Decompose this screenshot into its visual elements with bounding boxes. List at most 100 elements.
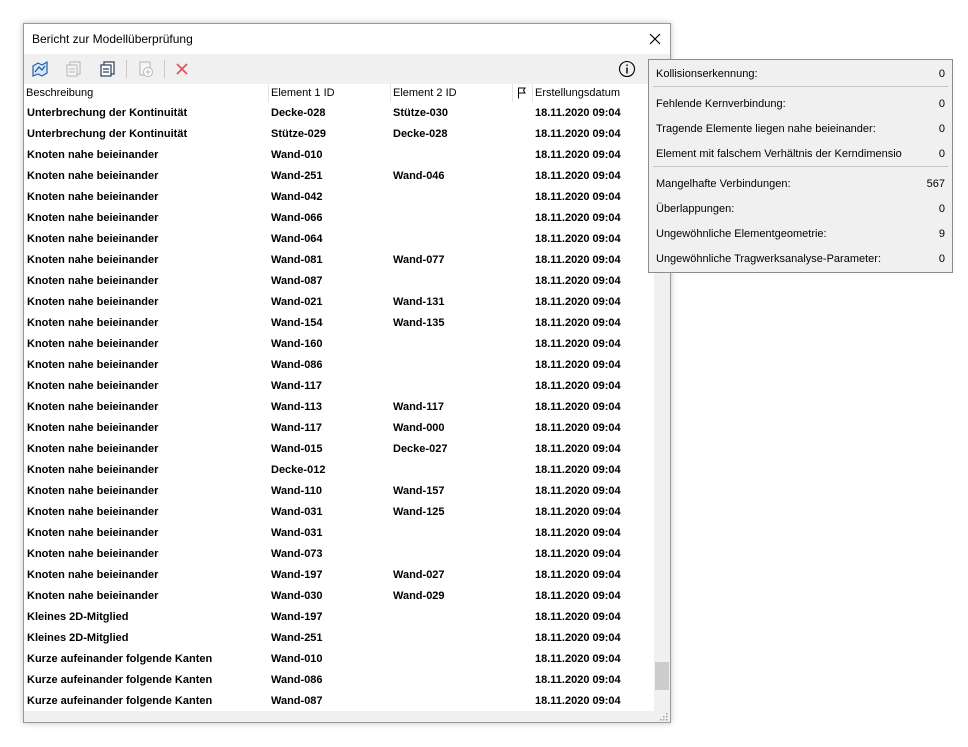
status-bar [24,711,670,722]
table-row[interactable]: Knoten nahe beieinander Wand-154 Wand-135 1… [24,313,654,334]
summary-label: Kollisionserkennung: [656,68,758,80]
column-header-description[interactable]: Beschreibung [24,84,269,102]
table-row[interactable]: Kurze aufeinander folgende Kanten Wand-01… [24,649,654,670]
copy-document-button[interactable] [62,58,86,80]
summary-row: Element mit falschem Verhältnis der Kern… [656,144,945,164]
table-row[interactable]: Knoten nahe beieinander Wand-117 Wand-000 1… [24,418,654,439]
cell-element1-id: Wand-030 [271,590,323,602]
cell-element2-id: Wand-000 [393,422,445,434]
cell-element1-id: Wand-031 [271,527,323,539]
cell-description: Knoten nahe beieinander [27,401,159,413]
table-row[interactable]: Knoten nahe beieinander Wand-086 18.11.202… [24,355,654,376]
cell-element1-id: Stütze-029 [271,128,327,140]
cell-created-date: 18.11.2020 09:04 [535,422,621,434]
table-row[interactable]: Knoten nahe beieinander Wand-087 18.11.202… [24,271,654,292]
cell-element2-id: Wand-029 [393,590,445,602]
cell-description: Knoten nahe beieinander [27,548,159,560]
column-header-element1[interactable]: Element 1 ID [269,84,391,102]
summary-label: Tragende Elemente liegen nahe beieinande… [656,123,876,135]
cell-created-date: 18.11.2020 09:04 [535,527,621,539]
info-button[interactable] [616,58,638,80]
cell-created-date: 18.11.2020 09:04 [535,506,621,518]
cell-element1-id: Wand-087 [271,695,323,707]
table-row[interactable]: Knoten nahe beieinander Wand-073 18.11.202… [24,544,654,565]
cell-element1-id: Wand-081 [271,254,323,266]
cell-description: Knoten nahe beieinander [27,338,159,350]
table-row[interactable]: Knoten nahe beieinander Decke-012 18.11.20… [24,460,654,481]
cell-description: Knoten nahe beieinander [27,506,159,518]
table-row[interactable]: Knoten nahe beieinander Wand-066 18.11.202… [24,208,654,229]
cell-description: Unterbrechung der Kontinuität [27,107,188,119]
cell-element1-id: Wand-031 [271,506,323,518]
summary-row: Ungewöhnliche Tragwerksanalyse-Parameter… [656,249,945,269]
close-button[interactable] [640,24,670,54]
cell-element1-id: Wand-010 [271,653,323,665]
delete-button[interactable] [170,58,194,80]
table-row[interactable]: Knoten nahe beieinander Wand-031 Wand-125 1… [24,502,654,523]
cell-created-date: 18.11.2020 09:04 [535,107,621,119]
summary-value: 0 [938,253,945,265]
structure-map-button[interactable] [28,58,52,80]
table-row[interactable]: Knoten nahe beieinander Wand-160 18.11.202… [24,334,654,355]
scrollbar-thumb[interactable] [655,662,669,690]
cell-element1-id: Wand-015 [271,443,323,455]
summary-label: Ungewöhnliche Tragwerksanalyse-Parameter… [656,253,881,265]
table-row[interactable]: Unterbrechung der Kontinuität Stütze-029 D… [24,124,654,145]
info-icon [618,60,636,78]
cell-description: Knoten nahe beieinander [27,254,159,266]
column-header-label: Element 2 ID [393,87,457,99]
table-row[interactable]: Kleines 2D-Mitglied Wand-251 18.11.2020 09… [24,628,654,649]
structure-map-icon [32,60,48,77]
table-row[interactable]: Unterbrechung der Kontinuität Decke-028 St… [24,103,654,124]
table-row[interactable]: Knoten nahe beieinander Wand-031 18.11.202… [24,523,654,544]
table-row[interactable]: Knoten nahe beieinander Wand-117 18.11.202… [24,376,654,397]
summary-value: 567 [926,178,945,190]
cell-element2-id: Wand-125 [393,506,445,518]
summary-row: Ungewöhnliche Elementgeometrie: 9 [656,224,945,244]
cell-element1-id: Wand-010 [271,149,323,161]
column-header-flag[interactable] [513,84,533,102]
toolbar-separator [126,60,127,78]
cell-created-date: 18.11.2020 09:04 [535,317,621,329]
summary-value: 9 [938,228,945,240]
resize-grip-icon[interactable] [659,712,668,721]
table-row[interactable]: Kurze aufeinander folgende Kanten Wand-08… [24,691,654,712]
cell-element1-id: Wand-113 [271,401,322,413]
title-bar[interactable]: Bericht zur Modellüberprüfung [24,24,670,54]
table-row[interactable]: Kleines 2D-Mitglied Wand-197 18.11.2020 09… [24,607,654,628]
cell-description: Knoten nahe beieinander [27,527,159,539]
table-row[interactable]: Knoten nahe beieinander Wand-110 Wand-157 1… [24,481,654,502]
table-row[interactable]: Knoten nahe beieinander Wand-010 18.11.202… [24,145,654,166]
table-header: Beschreibung Element 1 ID Element 2 ID E… [24,84,654,102]
table-row[interactable]: Knoten nahe beieinander Wand-197 Wand-027 1… [24,565,654,586]
table-row[interactable]: Kurze aufeinander folgende Kanten Wand-08… [24,670,654,691]
document-stack-button[interactable] [96,58,120,80]
window-title: Bericht zur Modellüberprüfung [32,32,193,46]
summary-row: Tragende Elemente liegen nahe beieinande… [656,119,945,139]
cell-element1-id: Wand-117 [271,422,322,434]
table-row[interactable]: Knoten nahe beieinander Wand-251 Wand-046 1… [24,166,654,187]
cell-element1-id: Wand-086 [271,359,323,371]
cell-description: Knoten nahe beieinander [27,359,159,371]
document-stack-icon [100,61,115,77]
column-header-created[interactable]: Erstellungsdatum [533,84,656,102]
cell-created-date: 18.11.2020 09:04 [535,674,621,686]
table-row[interactable]: Knoten nahe beieinander Wand-030 Wand-029 1… [24,586,654,607]
table-row[interactable]: Knoten nahe beieinander Wand-113 Wand-117 1… [24,397,654,418]
summary-row: Fehlende Kernverbindung: 0 [656,94,945,114]
cell-element1-id: Wand-251 [271,170,323,182]
cell-element1-id: Wand-110 [271,485,322,497]
table-row[interactable]: Knoten nahe beieinander Wand-021 Wand-131 1… [24,292,654,313]
cell-element2-id: Wand-131 [393,296,445,308]
add-document-button[interactable] [134,58,158,80]
table-row[interactable]: Knoten nahe beieinander Wand-015 Decke-027… [24,439,654,460]
column-header-element2[interactable]: Element 2 ID [391,84,513,102]
cell-element1-id: Wand-086 [271,674,323,686]
table-row[interactable]: Knoten nahe beieinander Wand-064 18.11.202… [24,229,654,250]
table-row[interactable]: Knoten nahe beieinander Wand-081 Wand-077 1… [24,250,654,271]
cell-element2-id: Decke-027 [393,443,448,455]
table-row[interactable]: Knoten nahe beieinander Wand-042 18.11.202… [24,187,654,208]
cell-element2-id: Decke-028 [393,128,448,140]
cell-element1-id: Wand-197 [271,569,323,581]
cell-created-date: 18.11.2020 09:04 [535,275,621,287]
